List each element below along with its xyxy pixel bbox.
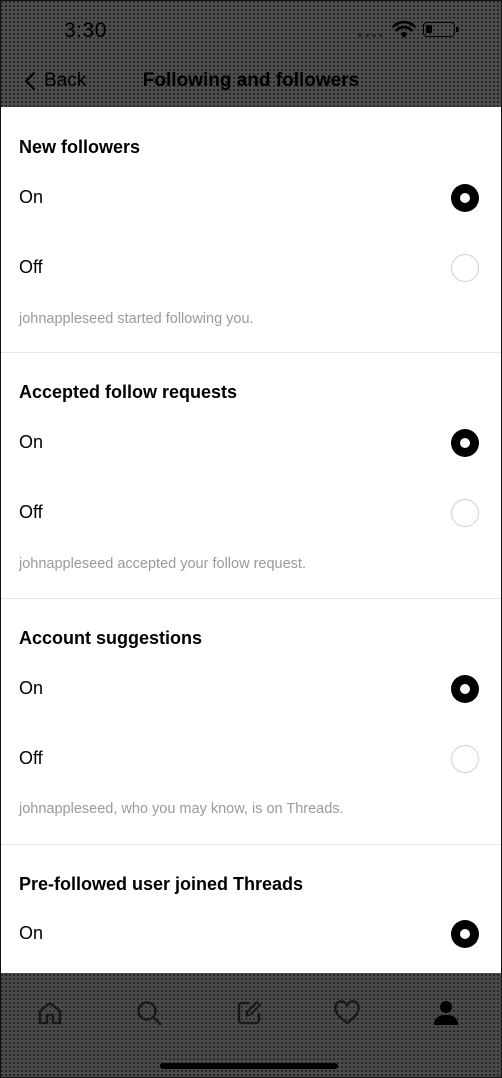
option-label: Off	[19, 748, 43, 768]
compose-icon	[237, 1000, 262, 1025]
radio-unselected-icon[interactable]	[451, 745, 479, 773]
page-title: Following and followers	[142, 70, 360, 91]
home-indicator	[160, 1063, 338, 1069]
radio-selected-icon[interactable]	[451, 429, 479, 457]
option-label: On	[19, 187, 44, 207]
radio-selected-icon[interactable]	[451, 920, 479, 948]
example-text: johnappleseed started following you.	[19, 311, 254, 327]
radio-selected-icon[interactable]	[451, 675, 479, 703]
section-title: Accepted follow requests	[19, 382, 238, 402]
tab-search[interactable]	[131, 995, 167, 1031]
section-account-suggestions: Account suggestions On Off johnappleseed…	[0, 599, 502, 845]
radio-unselected-icon[interactable]	[451, 254, 479, 282]
option-off[interactable]: Off	[0, 488, 502, 538]
section-title: Account suggestions	[19, 628, 203, 648]
tab-bar	[0, 973, 502, 1078]
heart-icon	[334, 1000, 360, 1025]
section-pre-followed-user-joined: Pre-followed user joined Threads On	[0, 845, 502, 973]
option-label: On	[19, 432, 44, 452]
section-title: Pre-followed user joined Threads	[19, 874, 304, 894]
profile-icon	[434, 1001, 458, 1025]
option-on[interactable]: On	[0, 173, 502, 223]
top-bar: 3:30 Back Following and followers	[0, 0, 502, 107]
option-on[interactable]: On	[0, 418, 502, 468]
battery-icon	[423, 22, 459, 37]
option-off[interactable]: Off	[0, 243, 502, 293]
option-label: On	[19, 678, 44, 698]
radio-selected-icon[interactable]	[451, 184, 479, 212]
option-label: Off	[19, 502, 43, 522]
option-off[interactable]: Off	[0, 734, 502, 784]
option-label: Off	[19, 257, 43, 277]
option-on[interactable]: On	[0, 909, 502, 959]
option-label: On	[19, 923, 44, 943]
settings-content: New followers On Off johnappleseed start…	[0, 107, 502, 973]
example-text: johnappleseed, who you may know, is on T…	[19, 801, 344, 817]
tab-profile[interactable]	[428, 995, 464, 1031]
section-new-followers: New followers On Off johnappleseed start…	[0, 107, 502, 353]
wifi-icon	[392, 20, 416, 38]
tab-activity[interactable]	[329, 995, 365, 1031]
tab-home[interactable]	[32, 995, 68, 1031]
tab-compose[interactable]	[231, 995, 267, 1031]
status-time: 3:30	[64, 19, 107, 42]
section-title: New followers	[19, 137, 141, 157]
section-accepted-follow-requests: Accepted follow requests On Off johnappl…	[0, 353, 502, 599]
example-text: johnappleseed accepted your follow reque…	[19, 556, 306, 572]
radio-unselected-icon[interactable]	[451, 499, 479, 527]
home-icon	[38, 1001, 62, 1025]
cellular-signal-icon	[358, 33, 383, 37]
search-icon	[137, 1001, 162, 1026]
option-on[interactable]: On	[0, 664, 502, 714]
